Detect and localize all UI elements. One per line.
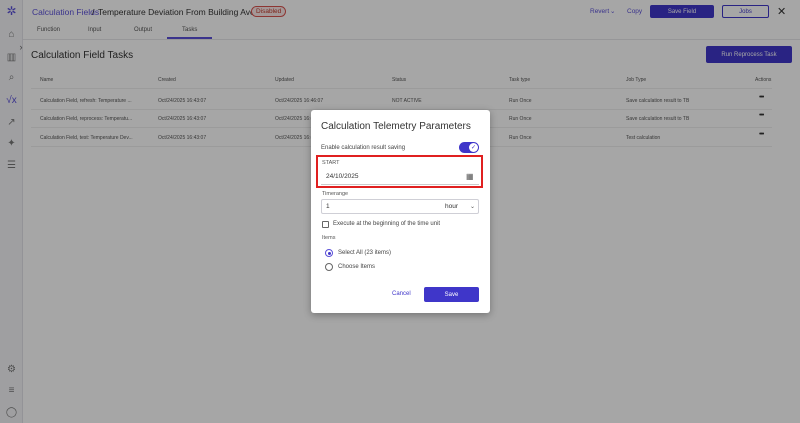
start-label: START [322, 160, 340, 166]
timerange-label: Timerange [322, 191, 349, 197]
items-label: Items [322, 235, 336, 241]
select-all-radio[interactable] [325, 249, 333, 257]
cancel-button[interactable]: Cancel [392, 291, 411, 297]
execute-checkbox[interactable] [322, 221, 329, 228]
save-button[interactable]: Save [424, 287, 479, 302]
select-all-label: Select All (23 items) [338, 250, 392, 256]
calendar-icon[interactable]: ▦ [466, 172, 474, 181]
timerange-value-input[interactable]: 1 [326, 203, 330, 210]
start-underline [321, 184, 479, 185]
enable-saving-label: Enable calculation result saving [321, 145, 406, 151]
chevron-down-icon[interactable]: ⌄ [470, 203, 475, 210]
execute-label: Execute at the beginning of the time uni… [333, 221, 441, 227]
timerange-unit-select[interactable]: hour [445, 203, 458, 210]
check-icon: ✓ [469, 143, 478, 152]
start-date-input[interactable]: 24/10/2025 [326, 173, 359, 180]
enable-saving-toggle[interactable]: ✓ [459, 142, 479, 153]
telemetry-parameters-dialog: Calculation Telemetry Parameters Enable … [311, 110, 490, 313]
dialog-title: Calculation Telemetry Parameters [321, 121, 471, 132]
choose-items-radio[interactable] [325, 263, 333, 271]
choose-items-label: Choose Items [338, 264, 376, 270]
